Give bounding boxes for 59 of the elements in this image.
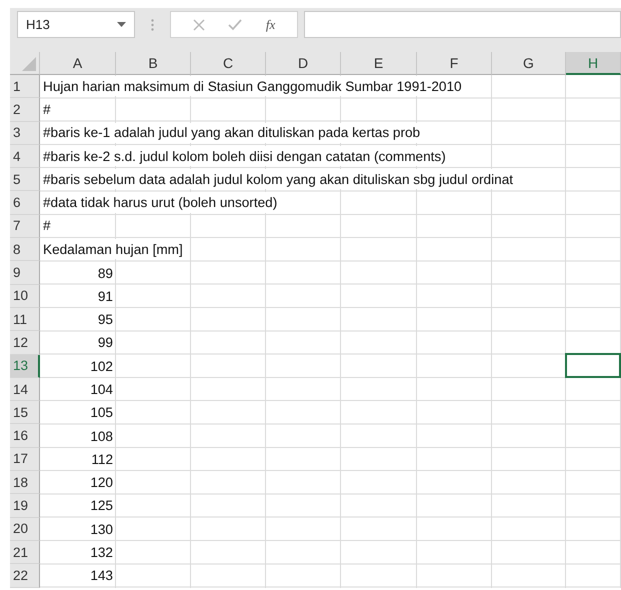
row-header[interactable]: 3 xyxy=(10,122,40,145)
cell-number: 108 xyxy=(90,428,114,444)
cell-text: #baris ke-1 adalah judul yang akan dituliskan pada kertas prob xyxy=(43,122,422,143)
row-header[interactable]: 1 xyxy=(10,75,40,98)
column-header[interactable]: D xyxy=(266,52,341,75)
formula-input[interactable] xyxy=(304,11,621,38)
cell-number: 105 xyxy=(90,405,114,420)
column-header[interactable]: B xyxy=(116,52,191,75)
row-header[interactable]: 2 xyxy=(10,98,40,122)
row-header[interactable]: 14 xyxy=(10,378,40,402)
select-all-icon[interactable] xyxy=(22,57,36,71)
name-box[interactable]: H13 xyxy=(17,11,135,38)
cell-number: 120 xyxy=(90,475,114,490)
cell-text: #data tidak harus urut (boleh unsorted) xyxy=(43,192,280,213)
column-header[interactable]: G xyxy=(492,52,566,75)
cell-number: 95 xyxy=(98,312,114,328)
cell-number: 130 xyxy=(90,522,114,537)
cell-text: Hujan harian maksimum di Stasiun Ganggomudik Sumbar 1991-2010 xyxy=(43,76,464,96)
cell-number: 132 xyxy=(90,545,114,560)
row-header[interactable]: 21 xyxy=(10,540,40,564)
row-header[interactable]: 13 xyxy=(10,354,40,378)
row-header[interactable]: 9 xyxy=(10,261,40,285)
dropdown-caret-icon[interactable] xyxy=(117,22,126,27)
column-header[interactable]: H xyxy=(566,52,621,75)
active-cell-outline[interactable] xyxy=(565,352,621,378)
cell-number: 102 xyxy=(90,358,114,374)
row-header[interactable]: 22 xyxy=(10,564,40,588)
row-header[interactable]: 8 xyxy=(10,238,40,262)
row-header[interactable]: 20 xyxy=(10,518,40,541)
row-header[interactable]: 4 xyxy=(10,144,40,168)
column-header[interactable]: C xyxy=(191,52,266,75)
column-header[interactable]: F xyxy=(417,52,492,75)
cell-number: 89 xyxy=(98,266,114,281)
row-header[interactable]: 17 xyxy=(10,448,40,472)
row-header[interactable]: 7 xyxy=(10,214,40,238)
row-header[interactable]: 5 xyxy=(10,168,40,192)
insert-function-button[interactable]: fx xyxy=(266,16,276,32)
cell-number: 104 xyxy=(90,382,114,397)
cell-text: #baris ke-2 s.d. judul kolom boleh diisi dengan catatan (comments) xyxy=(43,146,448,166)
cancel-icon[interactable] xyxy=(192,18,205,30)
row-header[interactable]: 6 xyxy=(10,191,40,215)
row-header[interactable]: 19 xyxy=(10,494,40,518)
row-header[interactable]: 12 xyxy=(10,331,40,355)
row-header[interactable]: 11 xyxy=(10,308,40,332)
cell-number: 125 xyxy=(90,498,114,514)
row-header[interactable]: 15 xyxy=(10,401,40,424)
column-header[interactable]: A xyxy=(40,52,116,75)
cell-number: 99 xyxy=(98,335,114,350)
check-icon[interactable] xyxy=(228,18,242,30)
cell-text: #baris sebelum data adalah judul kolom yang akan dituliskan sbg judul ordinat xyxy=(43,169,516,190)
cell-number: 112 xyxy=(91,452,114,467)
cell-text: Kedalaman hujan [mm] xyxy=(43,239,185,260)
cell-number: 91 xyxy=(98,288,114,304)
row-header[interactable]: 10 xyxy=(10,284,40,308)
row-header[interactable]: 16 xyxy=(10,424,40,448)
grip-icon xyxy=(151,19,154,31)
row-header[interactable]: 18 xyxy=(10,471,40,494)
column-header[interactable]: E xyxy=(341,52,417,75)
cell-number: 143 xyxy=(90,568,114,584)
